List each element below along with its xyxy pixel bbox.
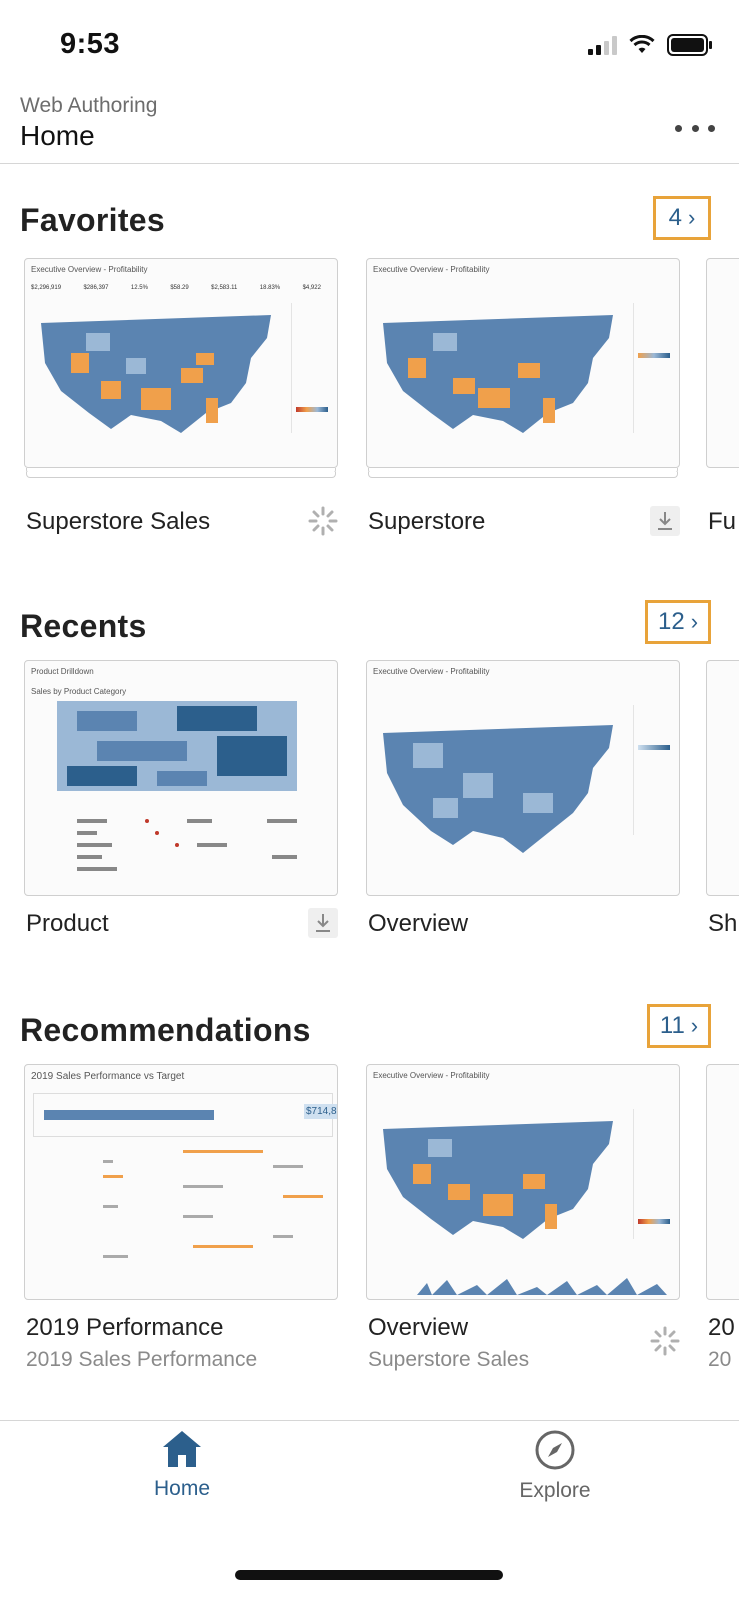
workbook-thumbnail: [706, 660, 739, 896]
workbook-thumbnail: Executive Overview - Profitability: [366, 1064, 680, 1300]
workbook-thumbnail: 2019 Sales Performance vs Target $714,87: [24, 1064, 338, 1300]
card-title: Fu: [708, 508, 737, 535]
chevron-right-icon: ›: [690, 1013, 699, 1038]
card-subtitle: 20: [708, 1348, 732, 1371]
recents-count: 12: [657, 608, 685, 635]
card-subtitle: Superstore Sales: [368, 1348, 530, 1371]
card-title: Overview: [368, 910, 469, 937]
us-map-chart: [383, 725, 613, 853]
header-subtitle: Web Authoring: [20, 94, 158, 117]
wifi-icon: [629, 35, 655, 53]
cellular-signal-icon: [588, 35, 617, 55]
status-time: 9:53: [60, 28, 121, 60]
recents-count-button[interactable]: 12 ›: [645, 600, 711, 644]
heatmap-chart: [57, 701, 297, 791]
recommendations-count-button[interactable]: 11 ›: [647, 1004, 711, 1048]
card-title: 2019 Performance: [26, 1314, 224, 1341]
us-map-chart: [383, 315, 613, 433]
thumbnail-title: Product Drilldown: [31, 667, 94, 676]
workbook-thumbnail: Executive Overview - Profitability: [366, 660, 680, 896]
recents-title: Recents: [20, 608, 147, 644]
us-map-chart: [383, 1121, 613, 1239]
loading-spinner-icon: [650, 1326, 680, 1356]
home-icon: [163, 1431, 201, 1467]
status-icons: [588, 34, 713, 56]
tab-home[interactable]: Home: [122, 1429, 242, 1509]
download-icon[interactable]: [650, 506, 680, 536]
card-title: 20: [708, 1314, 735, 1341]
tab-explore-label: Explore: [519, 1479, 591, 1502]
chevron-right-icon: ›: [688, 205, 696, 230]
status-bar: 9:53: [0, 0, 739, 88]
us-map-chart: [41, 315, 271, 433]
tab-explore[interactable]: Explore: [495, 1429, 615, 1509]
thumbnail-title: Executive Overview - Profitability: [373, 667, 490, 676]
thumbnail-title: Executive Overview - Profitability: [373, 1071, 490, 1080]
tab-home-label: Home: [153, 1477, 211, 1500]
recommendations-count: 11: [659, 1012, 685, 1039]
thumbnail-title: Executive Overview - Profitability: [373, 265, 490, 274]
thumbnail-subtitle: Sales by Product Category: [31, 687, 127, 696]
workbook-thumbnail: Product Drilldown Sales by Product Categ…: [24, 660, 338, 896]
workbook-thumbnail: [706, 1064, 739, 1300]
card-subtitle: 2019 Sales Performance: [26, 1348, 258, 1371]
more-options-button[interactable]: [675, 118, 715, 138]
battery-icon: [667, 34, 712, 56]
favorites-count: 4: [668, 204, 683, 231]
card-title: Superstore Sales: [26, 508, 211, 535]
legend: [633, 303, 673, 433]
card-title: Superstore: [368, 508, 486, 535]
workbook-thumbnail: Executive Overview - Profitability: [366, 258, 680, 468]
kpi-value: $714,87: [304, 1104, 337, 1119]
kpi-row: $2,296,919 $286,397 12.5% $58.29 $2,583.…: [31, 285, 321, 291]
legend: [633, 705, 673, 835]
legend: [291, 303, 331, 433]
app-header: Web Authoring Home: [0, 88, 739, 164]
favorites-title: Favorites: [20, 202, 165, 238]
page-title: Home: [20, 120, 95, 151]
chevron-right-icon: ›: [690, 609, 699, 634]
more-dot-icon: [708, 124, 715, 132]
card-title: Sh: [708, 910, 738, 937]
download-icon[interactable]: [308, 908, 338, 938]
recommendations-title: Recommendations: [20, 1012, 311, 1048]
bar-chart: [103, 1150, 323, 1258]
thumbnail-title: 2019 Sales Performance vs Target: [31, 1071, 185, 1082]
thumbnail-title: Executive Overview - Profitability: [31, 265, 148, 274]
more-dot-icon: [691, 124, 699, 132]
favorites-count-button[interactable]: 4 ›: [653, 196, 711, 240]
card-title: Overview: [368, 1314, 469, 1341]
target-tracker: $714,87: [33, 1093, 337, 1137]
legend: [633, 1109, 673, 1239]
sparkline-chart: [417, 1278, 667, 1295]
compass-icon: [535, 1430, 575, 1470]
loading-spinner-icon: [308, 506, 338, 536]
workbook-thumbnail: [706, 258, 739, 468]
home-indicator: [235, 1570, 503, 1580]
dot-plot-chart: [77, 819, 297, 871]
more-dot-icon: [675, 124, 682, 132]
card-title: Product: [26, 910, 109, 937]
workbook-thumbnail: Executive Overview - Profitability $2,29…: [24, 258, 338, 468]
